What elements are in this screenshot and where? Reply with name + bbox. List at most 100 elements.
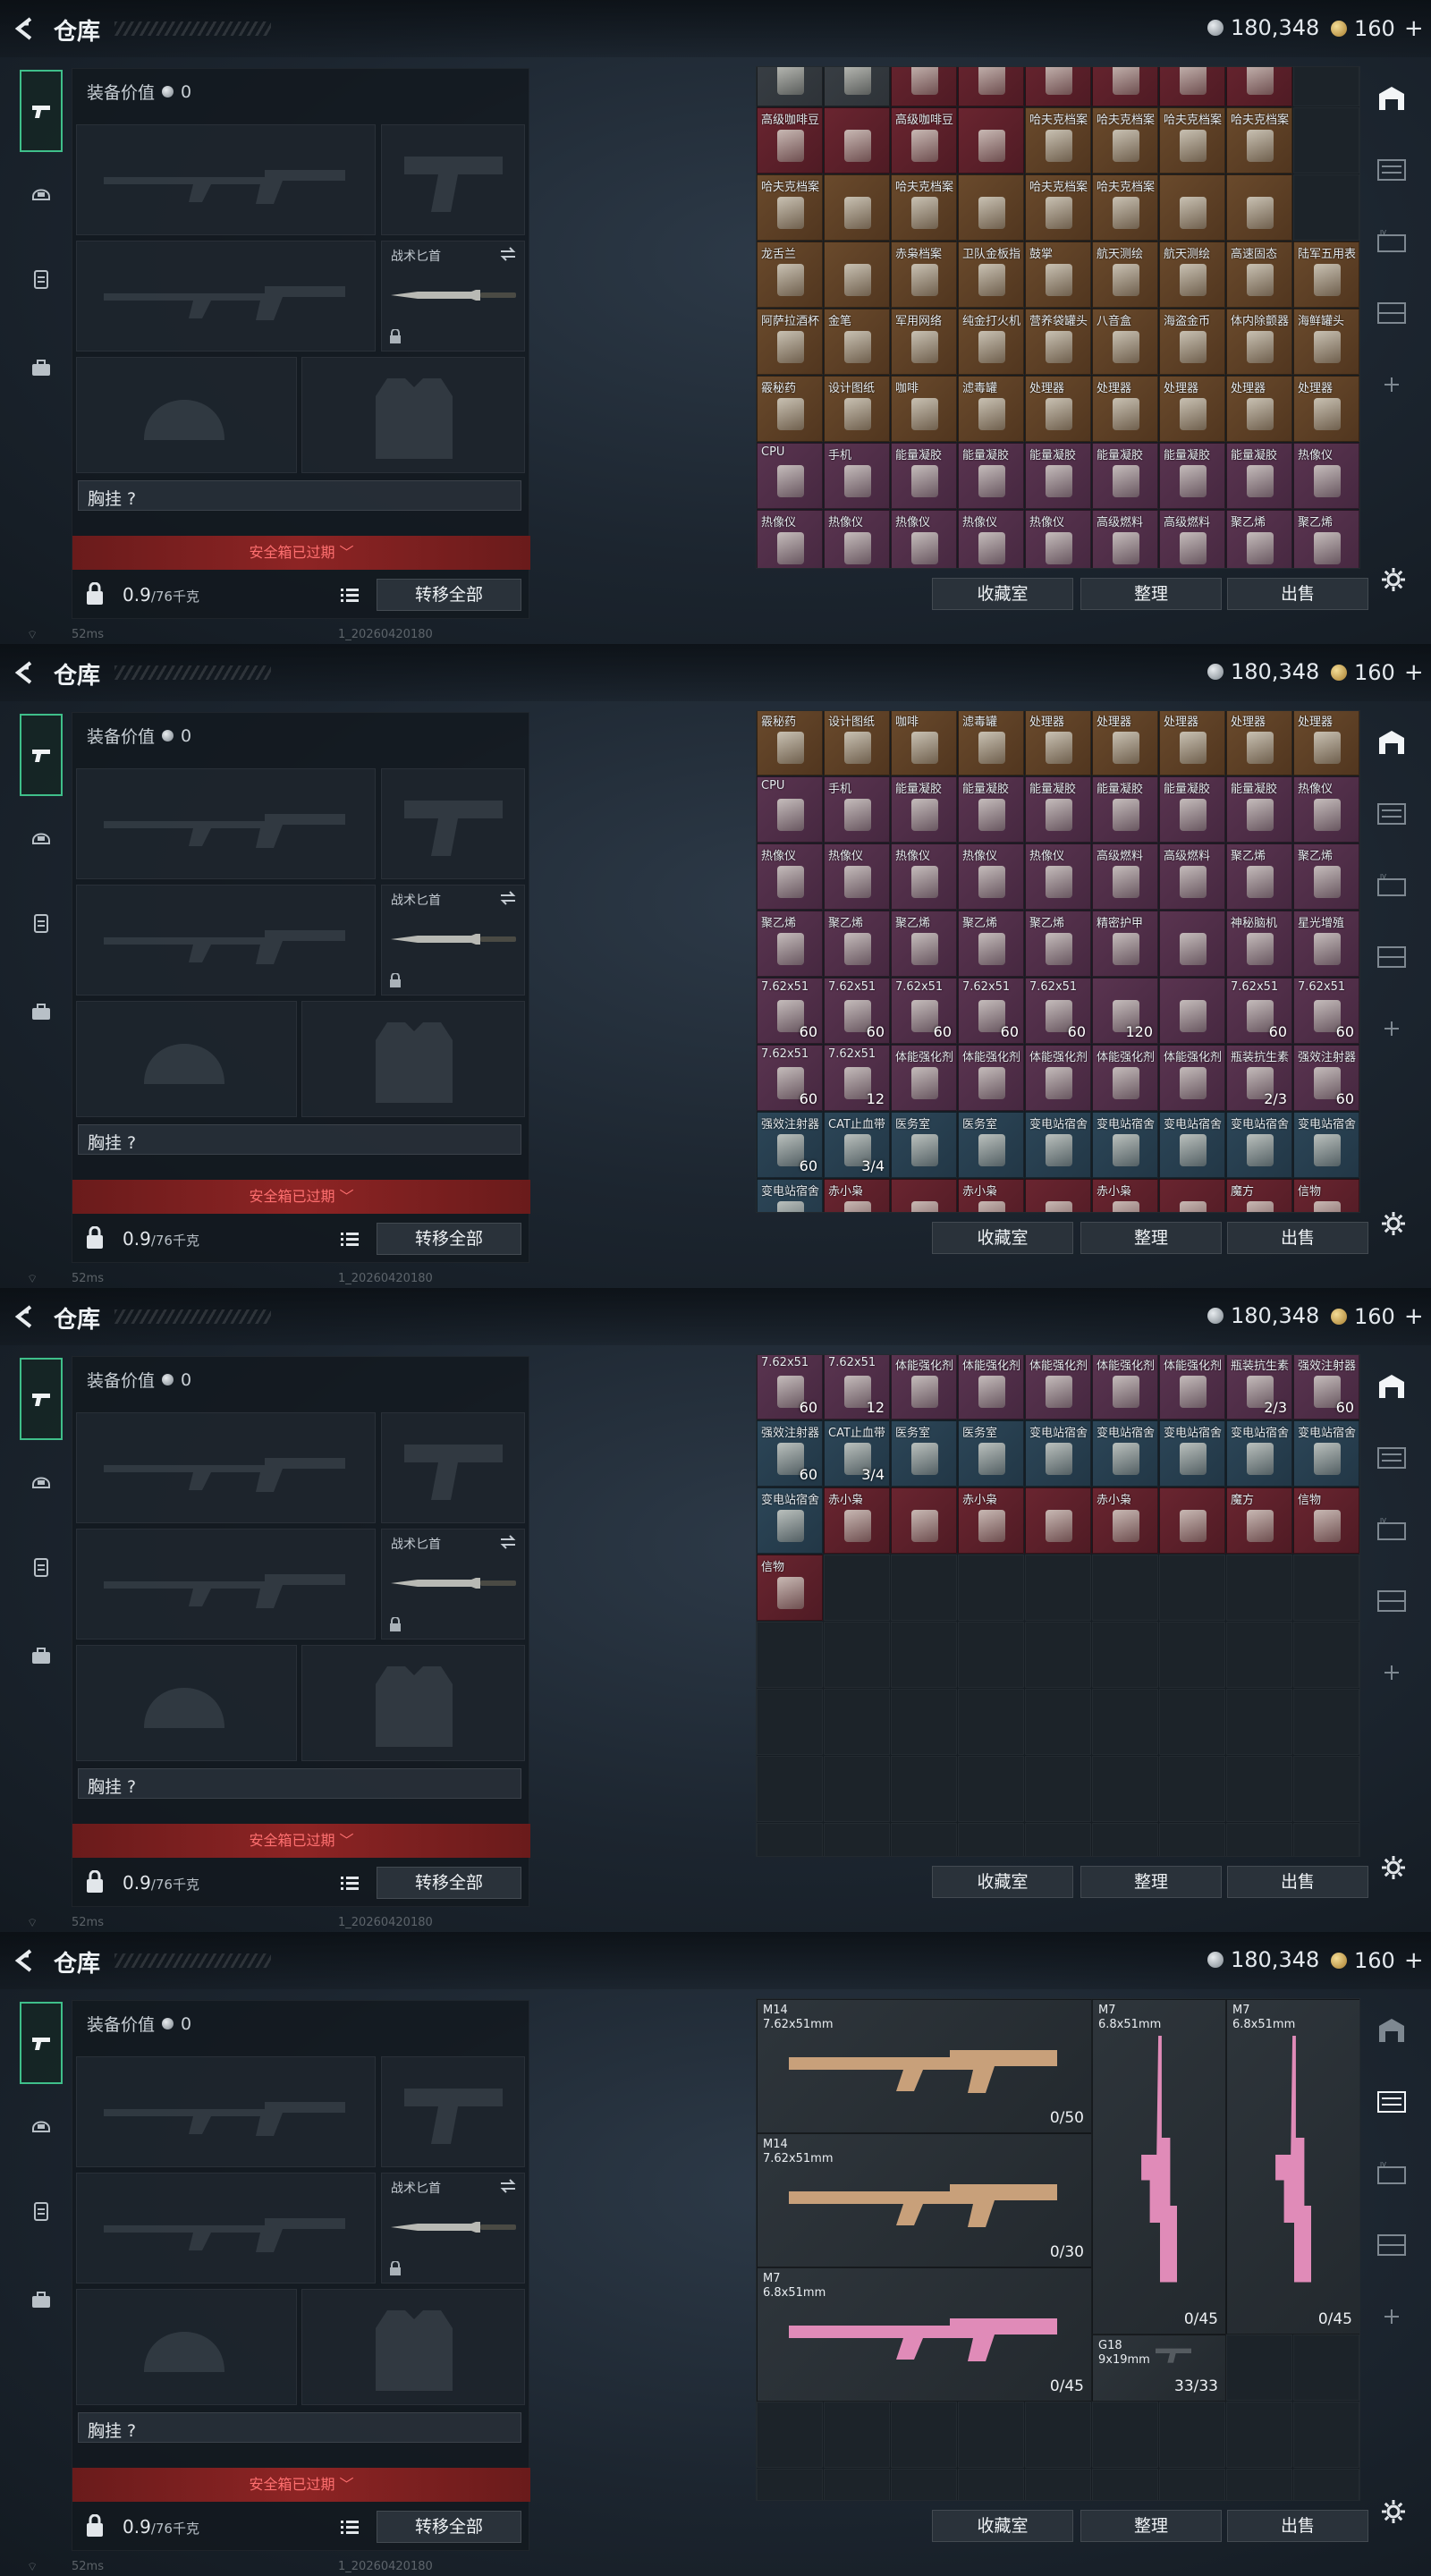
list-icon[interactable] xyxy=(341,1232,359,1246)
inventory-cell[interactable] xyxy=(1159,1689,1225,1755)
tab-backpack[interactable] xyxy=(20,347,63,390)
back-chevron-icon[interactable] xyxy=(13,1948,36,1973)
inventory-cell[interactable]: 变电站宿舍 xyxy=(1159,1112,1225,1178)
inventory-cell[interactable] xyxy=(891,1487,957,1554)
chest-rig-slot[interactable]: 胸挂 ? xyxy=(78,1768,521,1799)
inventory-cell[interactable] xyxy=(824,1622,890,1688)
inventory-cell[interactable]: 设计图纸 xyxy=(824,376,890,442)
inventory-cell[interactable]: 能量凝胶 xyxy=(1226,443,1292,509)
inventory-cell[interactable]: 聚乙烯 xyxy=(1226,843,1292,910)
inventory-cell[interactable]: 热像仪 xyxy=(1025,510,1091,568)
inventory-cell[interactable]: 哈夫克档案 xyxy=(1226,107,1292,174)
tab-vest[interactable] xyxy=(20,258,63,301)
organize-button[interactable]: 整理 xyxy=(1080,1866,1222,1898)
inventory-cell[interactable]: 强效注射器 60 xyxy=(757,1420,823,1487)
sidebar-item-storage[interactable] xyxy=(1374,1368,1410,1404)
inventory-cell[interactable] xyxy=(1092,2402,1158,2468)
weapon-cell[interactable]: M14 7.62x51mm 0/50 xyxy=(757,1999,1092,2133)
back-chevron-icon[interactable] xyxy=(13,660,36,685)
sidebar-item-rack[interactable] xyxy=(1374,2084,1410,2120)
inventory-cell[interactable] xyxy=(1293,2334,1359,2401)
back-chevron-icon[interactable] xyxy=(13,1304,36,1329)
inventory-cell[interactable]: 咖啡 xyxy=(891,711,957,775)
sidebar-item-rack[interactable] xyxy=(1374,796,1410,832)
inventory-cell[interactable] xyxy=(1025,1689,1091,1755)
weapon-cell[interactable]: M7 6.8x51mm 0/45 xyxy=(757,2267,1092,2402)
inventory-cell[interactable]: 能量凝胶 xyxy=(891,443,957,509)
inventory-cell[interactable]: 医务室 xyxy=(958,1420,1024,1487)
inventory-cell[interactable] xyxy=(1159,1555,1225,1621)
sidebar-item-storage[interactable] xyxy=(1374,80,1410,116)
inventory-cell[interactable]: 强效注射器 60 xyxy=(1293,1355,1359,1419)
organize-button[interactable]: 整理 xyxy=(1080,1222,1222,1254)
sidebar-item-storage[interactable] xyxy=(1374,724,1410,760)
inventory-cell[interactable]: 信物 xyxy=(1293,1487,1359,1554)
weapon-cell[interactable]: M7 6.8x51mm 0/45 xyxy=(1226,1999,1359,2334)
tab-vest[interactable] xyxy=(20,902,63,945)
inventory-cell[interactable] xyxy=(1159,174,1225,241)
inventory-cell[interactable]: 瓶装抗生素 2/3 xyxy=(1226,1355,1292,1419)
inventory-cell[interactable]: 瓶装抗生素 2/3 xyxy=(1226,1045,1292,1111)
collection-button[interactable]: 收藏室 xyxy=(932,1222,1073,1254)
sidebar-item-add[interactable] xyxy=(1374,367,1410,402)
inventory-cell[interactable]: 7.62x51 12 xyxy=(824,1355,890,1419)
inventory-cell[interactable] xyxy=(958,1756,1024,1822)
inventory-cell[interactable] xyxy=(1092,67,1158,106)
add-currency-icon[interactable]: + xyxy=(1404,1303,1424,1330)
inventory-cell[interactable]: 星光增殖 xyxy=(1293,911,1359,977)
inventory-cell[interactable] xyxy=(1092,2469,1158,2500)
inventory-cell[interactable] xyxy=(824,1756,890,1822)
inventory-cell[interactable] xyxy=(1092,1689,1158,1755)
knife-slot[interactable]: 战术匕首 xyxy=(381,241,525,352)
sidebar-item-shelf[interactable] xyxy=(1374,2227,1410,2263)
inventory-cell[interactable] xyxy=(1226,1622,1292,1688)
sidebar-item-shelf[interactable] xyxy=(1374,1583,1410,1619)
inventory-cell[interactable]: 能量凝胶 xyxy=(1159,443,1225,509)
gear-icon[interactable] xyxy=(1381,2499,1406,2524)
inventory-cell[interactable] xyxy=(824,107,890,174)
sidebar-item-add[interactable] xyxy=(1374,1011,1410,1046)
inventory-cell[interactable]: 聚乙烯 xyxy=(1293,843,1359,910)
inventory-cell[interactable]: 体能强化剂 xyxy=(891,1355,957,1419)
add-currency-icon[interactable]: + xyxy=(1404,15,1424,42)
inventory-cell[interactable] xyxy=(1092,1622,1158,1688)
gold-currency[interactable]: 160 + xyxy=(1331,1947,1424,1974)
inventory-cell[interactable]: CAT止血带 3/4 xyxy=(824,1420,890,1487)
inventory-cell[interactable]: 龙舌兰 xyxy=(757,242,823,308)
inventory-cell[interactable]: 信物 xyxy=(1293,1179,1359,1212)
inventory-cell[interactable] xyxy=(757,1622,823,1688)
inventory-cell[interactable]: 滤毒罐 xyxy=(958,711,1024,775)
inventory-cell[interactable]: 热像仪 xyxy=(891,843,957,910)
inventory-cell[interactable]: 高速固态 xyxy=(1226,242,1292,308)
inventory-cell[interactable]: 高级燃料 xyxy=(1159,510,1225,568)
sidebar-item-iv[interactable]: IV xyxy=(1374,868,1410,903)
organize-button[interactable]: 整理 xyxy=(1080,578,1222,610)
inventory-cell[interactable] xyxy=(958,67,1024,106)
inventory-cell[interactable]: 7.62x51 60 xyxy=(958,978,1024,1044)
primary-weapon-slot[interactable] xyxy=(76,768,376,879)
inventory-cell[interactable]: 7.62x51 60 xyxy=(1293,978,1359,1044)
inventory-cell[interactable]: 高级咖啡豆 xyxy=(757,107,823,174)
gear-icon[interactable] xyxy=(1381,1855,1406,1880)
inventory-cell[interactable]: 滤毒罐 xyxy=(958,376,1024,442)
tab-weapons[interactable] xyxy=(20,714,63,796)
tab-backpack[interactable] xyxy=(20,1635,63,1678)
inventory-cell[interactable]: 变电站宿舍 xyxy=(1226,1420,1292,1487)
inventory-cell[interactable] xyxy=(1159,2469,1225,2500)
inventory-cell[interactable]: 赤小枭 xyxy=(1092,1179,1158,1212)
chest-rig-slot[interactable]: 胸挂 ? xyxy=(78,1124,521,1155)
inventory-cell[interactable]: 能量凝胶 xyxy=(1025,443,1091,509)
inventory-cell[interactable] xyxy=(1226,1756,1292,1822)
organize-button[interactable]: 整理 xyxy=(1080,2510,1222,2542)
inventory-cell[interactable] xyxy=(891,1823,957,1856)
inventory-cell[interactable] xyxy=(1293,1823,1359,1856)
inventory-cell[interactable]: 7.62x51 60 xyxy=(891,978,957,1044)
secondary-weapon-slot[interactable] xyxy=(76,241,376,352)
inventory-cell[interactable] xyxy=(1159,1756,1225,1822)
tab-weapons[interactable] xyxy=(20,2002,63,2084)
inventory-cell[interactable] xyxy=(1293,107,1359,174)
helmet-slot[interactable] xyxy=(76,357,297,473)
inventory-cell[interactable] xyxy=(1226,2469,1292,2500)
inventory-cell[interactable]: 能量凝胶 xyxy=(1092,443,1158,509)
inventory-cell[interactable]: 聚乙烯 xyxy=(1226,510,1292,568)
